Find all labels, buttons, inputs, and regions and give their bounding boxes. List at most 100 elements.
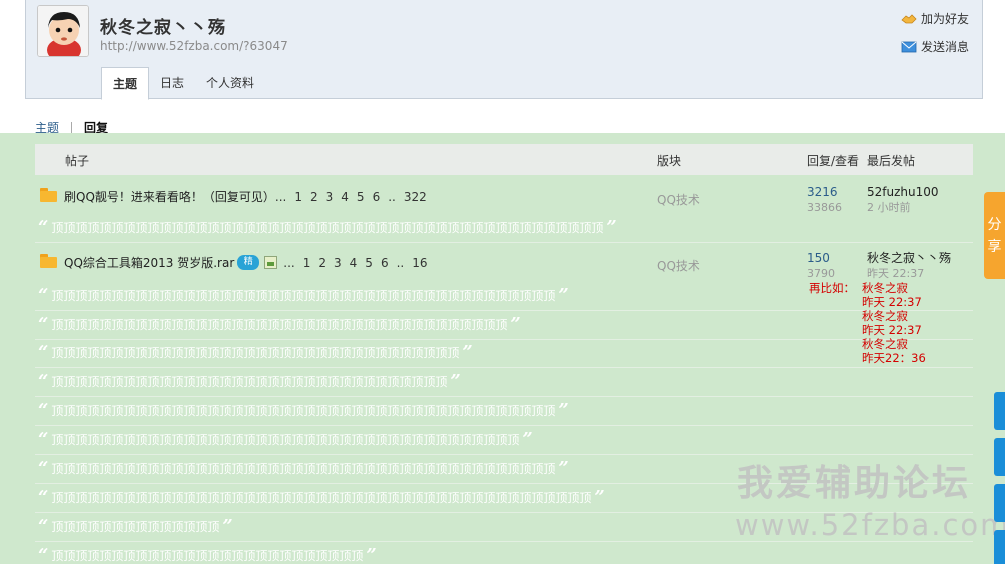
folder-icon — [40, 188, 57, 202]
page-link-last[interactable]: 16 — [412, 256, 427, 270]
last-post-time: 2 小时前 — [867, 201, 911, 214]
reply-count: 3216 — [807, 185, 838, 199]
send-message-button[interactable]: 发送消息 — [901, 38, 969, 55]
thread-row: 刷QQ靓号！进来看看咯！（回复可见） ... 1 2 3 4 5 6 .. 32… — [35, 182, 973, 218]
reply-row[interactable]: “顶顶顶顶顶顶顶顶顶顶顶顶顶顶顶顶顶顶顶顶顶顶顶顶顶顶顶顶顶顶顶顶顶顶顶顶顶顶” — [35, 311, 973, 340]
last-post: 52fuzhu100 2 小时前 — [867, 185, 939, 215]
page-link[interactable]: 4 — [341, 190, 349, 204]
annotation-label: 再比如： — [809, 281, 855, 295]
quote-close-icon: ” — [222, 515, 233, 537]
page-link[interactable]: 2 — [318, 256, 326, 270]
watermark-url: www.52fzba.com — [735, 508, 1005, 542]
reply-text: 顶顶顶顶顶顶顶顶顶顶顶顶顶顶顶顶顶顶顶顶顶顶顶顶顶顶顶顶顶顶顶顶顶顶顶顶顶顶顶顶… — [51, 289, 556, 303]
reply-row[interactable]: “顶顶顶顶顶顶顶顶顶顶顶顶顶顶顶顶顶顶顶顶顶顶顶顶顶顶顶顶顶顶顶顶顶顶顶顶顶顶顶… — [35, 214, 973, 243]
watermark-title: 我爱辅助论坛 — [737, 463, 972, 504]
quote-close-icon: ” — [558, 284, 569, 306]
page-ellipsis: ... — [274, 189, 287, 204]
reply-text: 顶顶顶顶顶顶顶顶顶顶顶顶顶顶顶顶顶顶顶顶顶顶顶顶顶顶顶顶顶顶顶顶顶 — [51, 375, 448, 389]
quote-open-icon: “ — [38, 428, 49, 450]
quote-open-icon: “ — [38, 341, 49, 363]
reply-text: 顶顶顶顶顶顶顶顶顶顶顶顶顶顶顶顶顶顶顶顶顶顶顶顶顶顶顶顶顶顶顶顶顶顶顶顶顶顶顶顶… — [51, 221, 604, 235]
quote-open-icon: “ — [38, 399, 49, 421]
reply-row[interactable]: “顶顶顶顶顶顶顶顶顶顶顶顶顶顶顶顶顶顶顶顶顶顶顶顶顶顶顶顶顶顶顶顶顶顶顶顶顶顶顶… — [35, 397, 973, 426]
reply-row[interactable]: “顶顶顶顶顶顶顶顶顶顶顶顶顶顶顶顶顶顶顶顶顶顶顶顶顶顶顶顶顶顶顶顶顶顶” — [35, 339, 973, 368]
quote-close-icon: ” — [594, 486, 605, 508]
quote-close-icon: ” — [558, 399, 569, 421]
reply-view-count: 3216 33866 — [807, 185, 842, 215]
reply-row[interactable]: “顶顶顶顶顶顶顶顶顶顶顶顶顶顶顶顶顶顶顶顶顶顶顶顶顶顶顶顶顶顶顶顶顶顶顶顶顶顶顶… — [35, 426, 973, 455]
username: 秋冬之寂丶丶殇 — [100, 18, 226, 38]
send-message-label: 发送消息 — [921, 40, 970, 54]
page-link[interactable]: 6 — [381, 256, 389, 270]
space-url[interactable]: http://www.52fzba.com/?63047 — [100, 39, 288, 53]
col-post: 帖子 — [65, 154, 90, 168]
share-sidebar-button[interactable] — [994, 438, 1005, 476]
page-gap: .. — [388, 189, 396, 204]
reply-text: 顶顶顶顶顶顶顶顶顶顶顶顶顶顶顶顶顶顶顶顶顶顶顶顶顶顶顶顶顶顶顶顶顶顶顶顶顶顶 — [51, 318, 508, 332]
thread-title[interactable]: QQ综合工具箱2013 贺岁版.rar — [64, 254, 234, 271]
quote-close-icon: ” — [462, 341, 473, 363]
thread-title[interactable]: 刷QQ靓号！进来看看咯！（回复可见） — [64, 188, 275, 205]
quote-close-icon: ” — [558, 457, 569, 479]
thread-forum[interactable]: QQ技术 — [657, 257, 700, 274]
quote-open-icon: “ — [38, 370, 49, 392]
table-header: 帖子 版块 回复/查看 最后发帖 — [35, 144, 973, 175]
quote-open-icon: “ — [38, 486, 49, 508]
page-link[interactable]: 2 — [310, 190, 318, 204]
annotation-line: 昨天22：36 — [862, 351, 926, 365]
folder-icon — [40, 254, 57, 268]
reply-view-count: 150 3790 — [807, 251, 835, 281]
annotation-line: 秋冬之寂 — [862, 281, 908, 295]
reply-text: 顶顶顶顶顶顶顶顶顶顶顶顶顶顶顶顶顶顶顶顶顶顶顶顶顶顶顶顶顶顶顶顶顶顶 — [51, 346, 460, 360]
last-post-user[interactable]: 52fuzhu100 — [867, 185, 939, 200]
thread-forum[interactable]: QQ技术 — [657, 191, 700, 208]
page-link[interactable]: 3 — [334, 256, 342, 270]
share-sidebar-button[interactable] — [994, 530, 1005, 564]
page-link[interactable]: 4 — [350, 256, 358, 270]
col-last-post: 最后发帖 — [867, 154, 916, 168]
page-link-last[interactable]: 322 — [404, 190, 427, 204]
quote-open-icon: “ — [38, 284, 49, 306]
page-link[interactable]: 1 — [303, 256, 311, 270]
reply-row[interactable]: “顶顶顶顶顶顶顶顶顶顶顶顶顶顶顶顶顶顶顶顶顶顶顶顶顶顶” — [35, 542, 973, 564]
quote-close-icon: ” — [450, 370, 461, 392]
quote-open-icon: “ — [38, 515, 49, 537]
last-post-time: 昨天 22:37 — [867, 267, 925, 280]
tab-blog[interactable]: 日志 — [149, 67, 195, 99]
quote-close-icon: ” — [606, 216, 617, 238]
avatar[interactable] — [37, 5, 89, 57]
quote-open-icon: “ — [38, 457, 49, 479]
image-attachment-icon — [264, 256, 278, 269]
reply-text: 顶顶顶顶顶顶顶顶顶顶顶顶顶顶顶顶顶顶顶顶顶顶顶顶顶顶顶顶顶顶顶顶顶顶顶顶顶顶顶顶… — [51, 404, 556, 418]
quote-open-icon: “ — [38, 216, 49, 238]
add-friend-button[interactable]: 加为好友 — [901, 10, 969, 27]
reply-row[interactable]: “顶顶顶顶顶顶顶顶顶顶顶顶顶顶顶顶顶顶顶顶顶顶顶顶顶顶顶顶顶顶顶顶顶” — [35, 368, 973, 397]
last-post-user[interactable]: 秋冬之寂丶丶殇 — [867, 251, 951, 266]
quote-close-icon: ” — [366, 544, 377, 564]
page-link[interactable]: 5 — [357, 190, 365, 204]
share-button[interactable]: 分享 — [984, 192, 1005, 279]
page-link[interactable]: 5 — [365, 256, 373, 270]
share-sidebar-button[interactable] — [994, 484, 1005, 522]
reply-text: 顶顶顶顶顶顶顶顶顶顶顶顶顶顶 — [51, 520, 220, 534]
quote-open-icon: “ — [38, 313, 49, 335]
reply-text: 顶顶顶顶顶顶顶顶顶顶顶顶顶顶顶顶顶顶顶顶顶顶顶顶顶顶 — [51, 549, 364, 563]
last-post: 秋冬之寂丶丶殇 昨天 22:37 — [867, 251, 951, 281]
quote-close-icon: ” — [522, 428, 533, 450]
view-count: 33866 — [807, 201, 842, 214]
page-ellipsis: ... — [283, 255, 295, 270]
reply-text: 顶顶顶顶顶顶顶顶顶顶顶顶顶顶顶顶顶顶顶顶顶顶顶顶顶顶顶顶顶顶顶顶顶顶顶顶顶顶顶顶… — [51, 491, 592, 505]
page-link[interactable]: 1 — [294, 190, 302, 204]
tab-profile[interactable]: 个人资料 — [195, 67, 265, 99]
divider — [71, 122, 73, 133]
page-link[interactable]: 6 — [373, 190, 381, 204]
annotation-line: 昨天 22:37 — [862, 295, 922, 309]
profile-header: 秋冬之寂丶丶殇 http://www.52fzba.com/?63047 加为好… — [25, 0, 983, 100]
reply-text: 顶顶顶顶顶顶顶顶顶顶顶顶顶顶顶顶顶顶顶顶顶顶顶顶顶顶顶顶顶顶顶顶顶顶顶顶顶顶顶顶… — [51, 462, 556, 476]
col-replies-views: 回复/查看 — [807, 154, 860, 168]
reply-count: 150 — [807, 251, 830, 265]
view-count: 3790 — [807, 267, 835, 280]
page-link[interactable]: 3 — [326, 190, 334, 204]
tab-topics[interactable]: 主题 — [101, 67, 150, 100]
share-sidebar-button[interactable] — [994, 392, 1005, 430]
